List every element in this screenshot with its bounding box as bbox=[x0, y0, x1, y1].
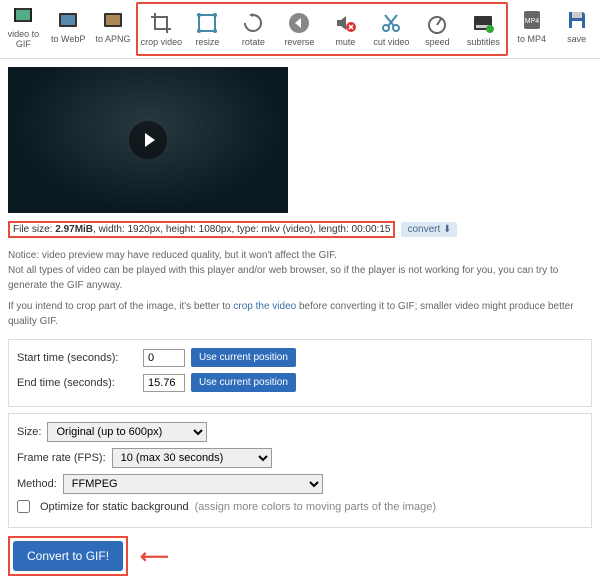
end-time-label: End time (seconds): bbox=[17, 377, 137, 389]
size-label: Size: bbox=[17, 426, 41, 438]
convert-to-gif-button[interactable]: Convert to GIF! bbox=[13, 541, 123, 571]
tool-label: subtitles bbox=[467, 38, 500, 48]
toolbar: video to GIF to WebP to APNG crop video … bbox=[0, 0, 600, 59]
tool-label: speed bbox=[425, 38, 450, 48]
tool-mute[interactable]: mute bbox=[323, 5, 367, 53]
tool-resize[interactable]: resize bbox=[185, 5, 229, 53]
use-position-end-button[interactable]: Use current position bbox=[191, 373, 296, 392]
notice-line1: Notice: video preview may have reduced q… bbox=[8, 250, 337, 261]
tool-label: to APNG bbox=[95, 35, 130, 45]
file-size-value: 2.97MiB bbox=[55, 224, 93, 235]
start-time-input[interactable] bbox=[143, 349, 185, 367]
video-preview-area bbox=[0, 59, 600, 217]
file-info-highlight: File size: 2.97MiB, width: 1920px, heigh… bbox=[8, 221, 395, 238]
size-select[interactable]: Original (up to 600px) bbox=[47, 422, 207, 442]
options-section: Size: Original (up to 600px) Frame rate … bbox=[8, 413, 592, 528]
tool-label: video to GIF bbox=[2, 30, 45, 50]
method-select[interactable]: FFMPEG bbox=[63, 474, 323, 494]
tool-label: crop video bbox=[141, 38, 183, 48]
speed-icon bbox=[424, 10, 450, 36]
use-position-start-button[interactable]: Use current position bbox=[191, 348, 296, 367]
convert-link[interactable]: convert ⬇ bbox=[401, 222, 457, 237]
tool-crop-video[interactable]: crop video bbox=[139, 5, 183, 53]
edit-tools-highlight: crop video resize rotate reverse mute cu… bbox=[136, 2, 508, 56]
fps-select[interactable]: 10 (max 30 seconds) bbox=[112, 448, 272, 468]
tool-label: mute bbox=[335, 38, 355, 48]
mp4-icon: MP4 bbox=[519, 7, 545, 33]
reverse-icon bbox=[286, 10, 312, 36]
tool-cut-video[interactable]: cut video bbox=[369, 5, 413, 53]
fps-label: Frame rate (FPS): bbox=[17, 452, 106, 464]
notice-crop-a: If you intend to crop part of the image,… bbox=[8, 301, 233, 312]
film-icon bbox=[55, 7, 81, 33]
tool-label: cut video bbox=[373, 38, 409, 48]
timing-section: Start time (seconds): Use current positi… bbox=[8, 339, 592, 407]
rotate-icon bbox=[240, 10, 266, 36]
tool-subtitles[interactable]: subtitles bbox=[461, 5, 505, 53]
mute-icon bbox=[332, 10, 358, 36]
notice-text: Notice: video preview may have reduced q… bbox=[8, 248, 592, 329]
crop-icon bbox=[148, 10, 174, 36]
tool-video-to-gif[interactable]: video to GIF bbox=[2, 2, 45, 50]
tool-to-webp[interactable]: to WebP bbox=[47, 2, 90, 50]
play-icon[interactable] bbox=[129, 121, 167, 159]
film-icon bbox=[10, 2, 36, 28]
film-icon bbox=[100, 7, 126, 33]
submit-highlight: Convert to GIF! bbox=[8, 536, 128, 576]
tool-rotate[interactable]: rotate bbox=[231, 5, 275, 53]
svg-text:MP4: MP4 bbox=[525, 18, 540, 25]
file-info-row: File size: 2.97MiB, width: 1920px, heigh… bbox=[8, 221, 592, 238]
optimize-checkbox[interactable] bbox=[17, 500, 30, 513]
file-info-rest: , width: 1920px, height: 1080px, type: m… bbox=[93, 224, 390, 235]
arrow-icon: ⟵ bbox=[140, 544, 169, 569]
tool-save[interactable]: save bbox=[555, 2, 598, 50]
save-icon bbox=[564, 7, 590, 33]
tool-to-mp4[interactable]: MP4 to MP4 bbox=[510, 2, 553, 50]
submit-row: Convert to GIF! ⟵ bbox=[8, 536, 592, 576]
tool-label: reverse bbox=[284, 38, 314, 48]
crop-video-link[interactable]: crop the video bbox=[233, 301, 296, 312]
resize-icon bbox=[194, 10, 220, 36]
method-label: Method: bbox=[17, 478, 57, 490]
start-time-label: Start time (seconds): bbox=[17, 352, 137, 364]
video-player[interactable] bbox=[8, 67, 288, 213]
optimize-label: Optimize for static background bbox=[40, 501, 189, 513]
tool-label: save bbox=[567, 35, 586, 45]
tool-speed[interactable]: speed bbox=[415, 5, 459, 53]
notice-line2: Not all types of video can be played wit… bbox=[8, 265, 558, 291]
tool-reverse[interactable]: reverse bbox=[277, 5, 321, 53]
tool-label: to WebP bbox=[51, 35, 85, 45]
end-time-input[interactable] bbox=[143, 374, 185, 392]
subtitles-icon bbox=[470, 10, 496, 36]
scissors-icon bbox=[378, 10, 404, 36]
tool-label: rotate bbox=[242, 38, 265, 48]
file-size-label: File size: bbox=[13, 224, 55, 235]
tool-label: resize bbox=[195, 38, 219, 48]
optimize-hint: (assign more colors to moving parts of t… bbox=[195, 501, 437, 513]
tool-label: to MP4 bbox=[518, 35, 547, 45]
tool-to-apng[interactable]: to APNG bbox=[92, 2, 135, 50]
